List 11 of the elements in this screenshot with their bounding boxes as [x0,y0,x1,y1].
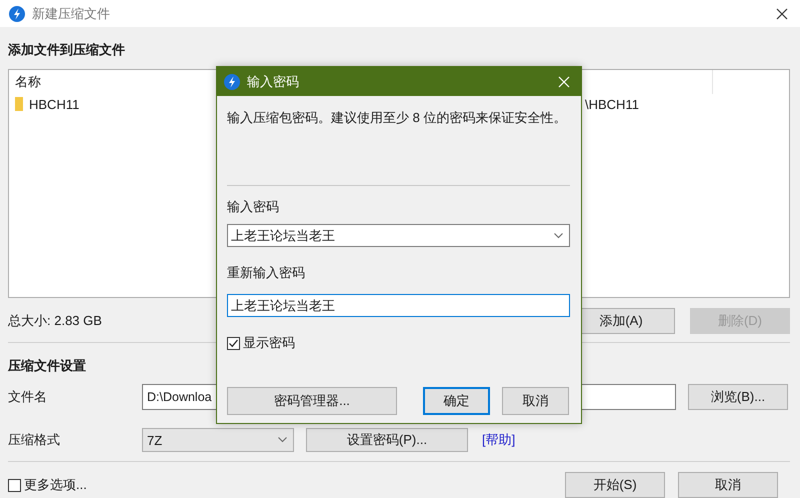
dialog-description: 输入压缩包密码。建议使用至少 8 位的密码来保证安全性。 [227,109,566,127]
field-label: 输入密码 [227,198,280,216]
field-label: 文件名 [8,388,48,406]
file-path: \HBCH11 [584,96,640,112]
section-heading: 压缩文件设置 [8,357,86,375]
field-label: 压缩格式 [8,431,61,449]
total-size: 总大小: 2.83 GB [8,312,102,330]
section-heading: 添加文件到压缩文件 [8,41,125,59]
window-title: 新建压缩文件 [32,4,111,22]
dialog-title: 输入密码 [247,72,300,90]
field-label: 重新输入密码 [227,264,306,282]
